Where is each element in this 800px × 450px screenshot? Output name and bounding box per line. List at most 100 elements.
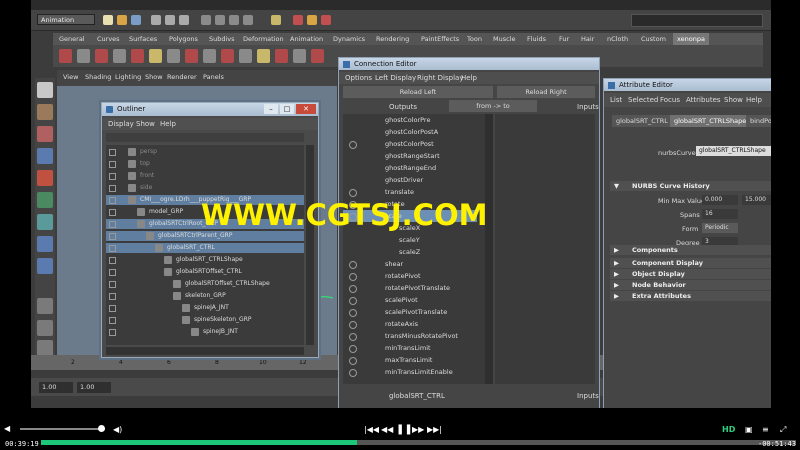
snap-grid-icon[interactable] <box>201 15 211 25</box>
volume-slider[interactable] <box>20 428 105 430</box>
viewport-menu-panels[interactable]: Panels <box>203 73 224 81</box>
scale-tool-icon[interactable] <box>37 192 53 208</box>
outliner-row[interactable]: spineSkeleton_GRP <box>106 315 304 325</box>
attribute-row[interactable]: scalePivot <box>343 294 477 306</box>
expand-toggle-icon[interactable] <box>109 197 116 204</box>
ae-menu-show[interactable]: Show <box>724 96 743 104</box>
shelf-tab-curves[interactable]: Curves <box>93 33 124 45</box>
form-select[interactable]: Periodic <box>702 223 738 233</box>
expand-toggle-icon[interactable] <box>349 189 357 197</box>
expand-toggle-icon[interactable] <box>109 317 116 324</box>
manipulator-icon[interactable] <box>37 214 53 230</box>
outliner-row[interactable]: skeleton_GRP <box>106 291 304 301</box>
layout-single-icon[interactable] <box>37 298 53 314</box>
shelf-tab-xenonpa[interactable]: xenonpa <box>673 33 709 45</box>
outliner-row[interactable]: side <box>106 183 304 193</box>
ae-tab-transform[interactable]: globalSRT_CTRL <box>612 115 672 127</box>
outliner-layout-icon[interactable] <box>37 340 53 356</box>
expand-toggle-icon[interactable] <box>349 285 357 293</box>
max-value-field[interactable]: 15.000 <box>742 195 771 205</box>
shelf-tab-animation[interactable]: Animation <box>286 33 327 45</box>
direction-button[interactable]: from -> to <box>449 100 537 112</box>
ipr-render-icon[interactable] <box>307 15 317 25</box>
attribute-row[interactable]: ghostDriver <box>343 174 477 186</box>
section-components[interactable]: ▶ Components <box>610 245 771 255</box>
expand-toggle-icon[interactable] <box>349 309 357 317</box>
fast-forward-icon[interactable]: ▶▶ <box>412 425 424 435</box>
attribute-row[interactable]: ghostColorPre <box>343 114 477 126</box>
section-component-display[interactable]: ▶ Component Display <box>610 258 771 268</box>
expand-toggle-icon[interactable] <box>349 261 357 269</box>
spans-field[interactable]: 16 <box>702 209 738 219</box>
expand-toggle-icon[interactable] <box>109 173 116 180</box>
hd-badge[interactable]: HD <box>722 425 735 435</box>
start-time-field[interactable]: 1.00 <box>39 382 73 393</box>
expand-toggle-icon[interactable] <box>109 221 116 228</box>
attribute-row[interactable]: transMinusRotatePivot <box>343 330 477 342</box>
attribute-row[interactable]: scalePivotTranslate <box>343 306 477 318</box>
outliner-row[interactable]: front <box>106 171 304 181</box>
outliner-row[interactable]: globalSRT_CTRLShape <box>106 255 304 265</box>
volume-slider-thumb[interactable] <box>97 425 105 432</box>
volume-icon[interactable]: ◀) <box>113 425 122 435</box>
ae-menu-attributes[interactable]: Attributes <box>686 96 721 104</box>
section-node-behavior[interactable]: ▶ Node Behavior <box>610 280 771 290</box>
attribute-row[interactable]: minTransLimitEnable <box>343 366 477 378</box>
expand-toggle-icon[interactable] <box>109 209 116 216</box>
ae-tab-bindpose[interactable]: bindPose1 <box>746 115 771 127</box>
ce-menu-right-display[interactable]: Right Display <box>417 74 463 82</box>
soft-mod-icon[interactable] <box>37 236 53 252</box>
save-scene-icon[interactable] <box>131 15 141 25</box>
outliner-row[interactable]: globalSRTCtrlParent_GRP <box>106 231 304 241</box>
ae-menu-list[interactable]: List <box>610 96 622 104</box>
settings-icon[interactable]: ≡ <box>762 425 769 435</box>
expand-toggle-icon[interactable] <box>109 245 116 252</box>
shelf-tab-general[interactable]: General <box>55 33 89 45</box>
node-name-field[interactable]: globalSRT_CTRLShape <box>696 146 771 156</box>
expand-toggle-icon[interactable] <box>349 141 357 149</box>
shelf-tool-icon[interactable] <box>311 49 324 63</box>
outliner-titlebar[interactable]: Outliner – □ ✕ <box>102 103 318 116</box>
rewind-icon[interactable]: ◀◀ <box>381 425 393 435</box>
snap-surface-icon[interactable] <box>243 15 253 25</box>
ce-menu-help[interactable]: Help <box>461 74 477 82</box>
shelf-tab-muscle[interactable]: Muscle <box>489 33 520 45</box>
shelf-tool-icon[interactable] <box>77 49 90 63</box>
shelf-tab-hair[interactable]: Hair <box>577 33 598 45</box>
snap-point-icon[interactable] <box>229 15 239 25</box>
paint-select-icon[interactable] <box>37 126 53 142</box>
shelf-tool-icon[interactable] <box>113 49 126 63</box>
outliner-filter-field[interactable] <box>106 133 304 142</box>
attribute-row[interactable]: ghostColorPostA <box>343 126 477 138</box>
open-scene-icon[interactable] <box>117 15 127 25</box>
outliner-hscrollbar[interactable] <box>106 347 304 355</box>
expand-toggle-icon[interactable] <box>349 297 357 305</box>
shelf-tab-fluids[interactable]: Fluids <box>523 33 550 45</box>
layout-four-icon[interactable] <box>37 320 53 336</box>
outliner-menu-display[interactable]: Display <box>108 120 134 128</box>
shelf-tool-icon[interactable] <box>257 49 270 63</box>
attribute-row[interactable]: ghostRangeEnd <box>343 162 477 174</box>
shelf-tool-icon[interactable] <box>95 49 108 63</box>
shelf-tab-painteffects[interactable]: PaintEffects <box>417 33 463 45</box>
shelf-tool-icon[interactable] <box>167 49 180 63</box>
snap-curve-icon[interactable] <box>215 15 225 25</box>
shelf-tab-rendering[interactable]: Rendering <box>372 33 413 45</box>
shelf-tool-icon[interactable] <box>131 49 144 63</box>
outputs-attribute-list[interactable]: ghostColorPre ghostColorPostA ghostColorPo… <box>343 114 485 384</box>
shelf-tab-custom[interactable]: Custom <box>637 33 670 45</box>
ce-menu-left-display[interactable]: Left Display <box>375 74 416 82</box>
section-extra-attributes[interactable]: ▶ Extra Attributes <box>610 291 771 301</box>
viewport-menu-show[interactable]: Show <box>145 73 163 81</box>
shelf-tab-deformation[interactable]: Deformation <box>239 33 288 45</box>
outliner-list[interactable]: persp top front side CMI___ogre.LDrh___puppe… <box>106 145 304 345</box>
maximize-button[interactable]: □ <box>280 104 294 114</box>
min-value-field[interactable]: 0.000 <box>702 195 738 205</box>
outputs-scrollbar[interactable] <box>485 114 493 384</box>
attribute-row[interactable]: rotateAxis <box>343 318 477 330</box>
expand-toggle-icon[interactable] <box>349 333 357 341</box>
expand-toggle-icon[interactable] <box>109 161 116 168</box>
attribute-row[interactable]: rotatePivotTranslate <box>343 282 477 294</box>
shelf-tool-icon[interactable] <box>239 49 252 63</box>
section-nurbs-curve-history[interactable]: ▼ NURBS Curve History <box>610 181 771 191</box>
